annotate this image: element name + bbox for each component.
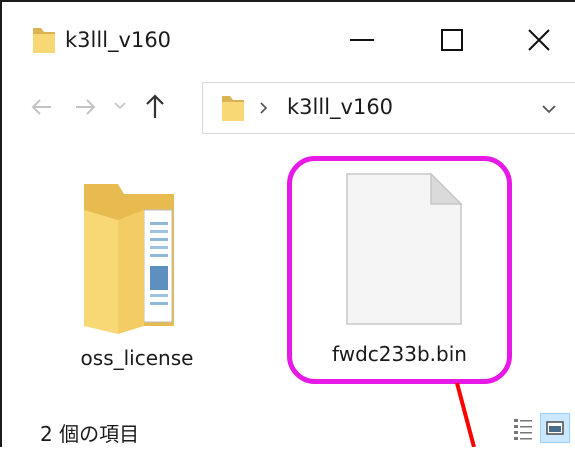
- navigation-bar: k3lll_v160: [2, 80, 575, 136]
- chevron-right-icon[interactable]: [258, 100, 270, 116]
- close-icon[interactable]: [519, 20, 559, 60]
- file-list: oss_license fwdc233b.bin: [2, 136, 575, 396]
- chevron-down-icon[interactable]: [112, 98, 128, 114]
- large-icons-view-button[interactable]: [540, 413, 570, 443]
- folder-name: oss_license: [80, 346, 194, 370]
- file-name: fwdc233b.bin: [332, 342, 467, 366]
- address-path[interactable]: k3lll_v160: [287, 93, 393, 121]
- file-icon: [346, 172, 463, 325]
- window-title: k3lll_v160: [65, 28, 172, 52]
- folder-icon: [84, 184, 174, 334]
- details-view-icon[interactable]: [512, 416, 534, 442]
- arrow-left-icon[interactable]: [29, 94, 55, 120]
- minimize-icon[interactable]: [342, 20, 382, 60]
- file-item-fwdc233b[interactable]: fwdc233b.bin: [287, 156, 512, 384]
- item-count: 2 個の項目: [40, 422, 140, 446]
- chevron-down-icon[interactable]: [540, 102, 558, 116]
- arrow-up-icon[interactable]: [142, 92, 168, 120]
- maximize-icon[interactable]: [432, 20, 472, 60]
- folder-icon: [33, 28, 55, 53]
- address-bar[interactable]: k3lll_v160: [202, 82, 575, 134]
- folder-item-oss-license[interactable]: oss_license: [52, 166, 222, 386]
- folder-icon: [222, 96, 244, 121]
- status-bar: 2 個の項目: [2, 396, 575, 449]
- arrow-right-icon[interactable]: [72, 94, 98, 120]
- title-bar: k3lll_v160: [2, 2, 575, 80]
- large-icons-view-icon: [546, 421, 564, 435]
- explorer-window: k3lll_v160 k3lll_v160 oss_license fwdc23…: [0, 0, 575, 447]
